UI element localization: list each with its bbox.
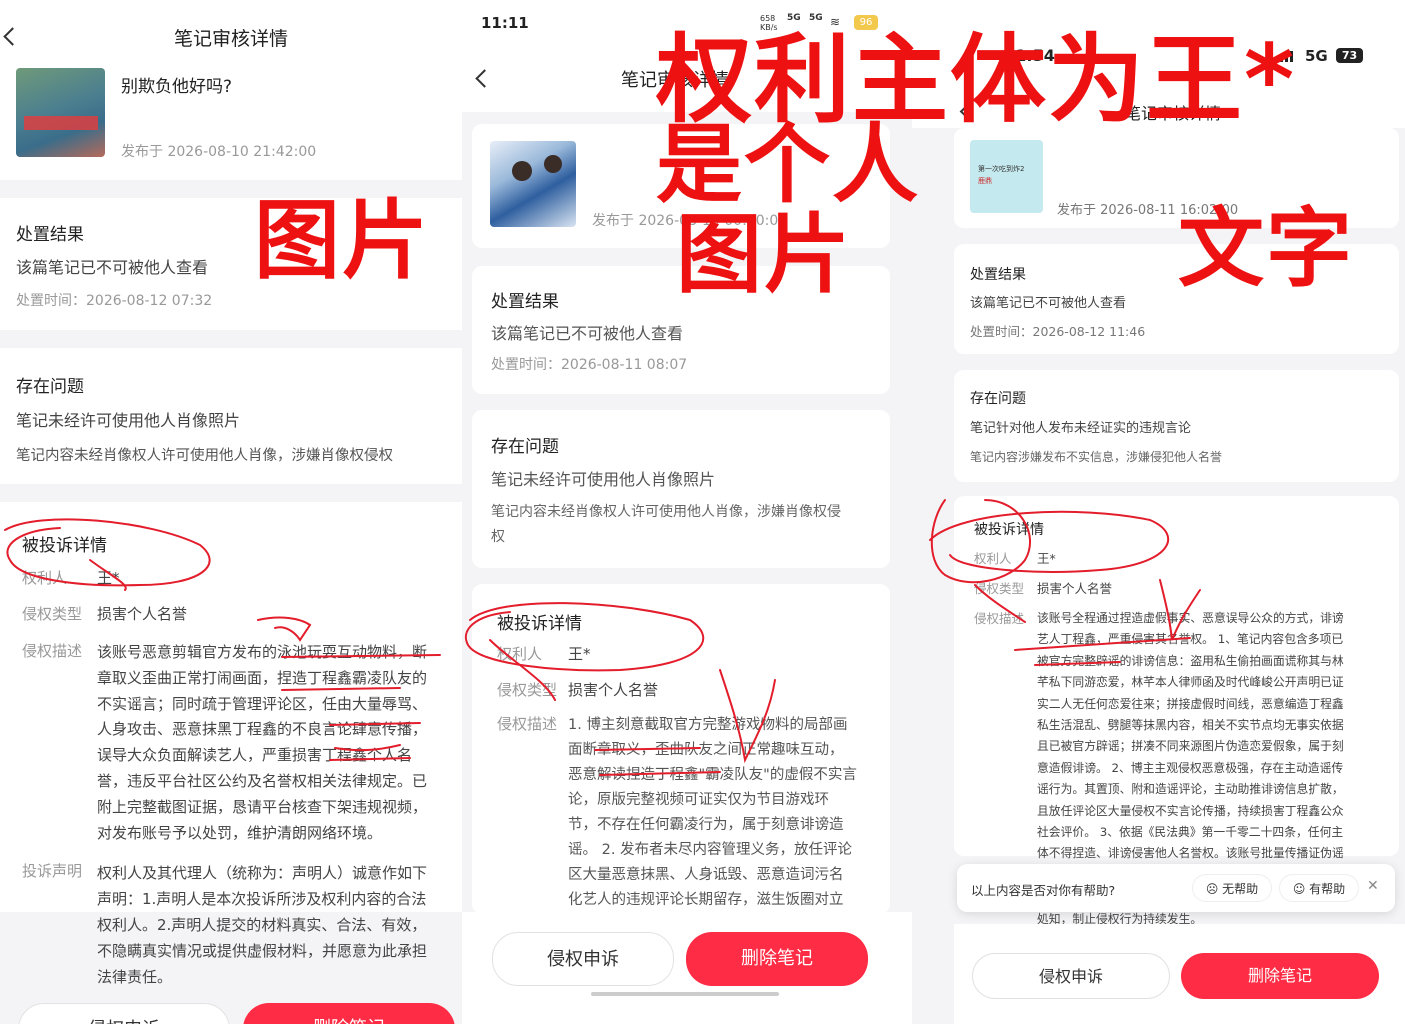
sad-face-icon: ☹: [1205, 882, 1219, 896]
close-icon[interactable]: ✕: [1367, 878, 1379, 894]
status-time: 11:11: [481, 14, 529, 32]
screenshot-panel-3: 11:54 5G 73 笔记审核详情 第一次吃到炸2 鹿鼎 发布于 2026-0…: [912, 0, 1405, 1024]
desc-text: 该账号恶意剪辑官方发布的泳池玩耍互动物料，断 章取义歪曲正常打闹画面，捏造丁程鑫霸…: [97, 643, 428, 842]
owner-label: 权利人: [22, 569, 68, 587]
desc-label: 侵权描述: [22, 642, 83, 660]
thumbnail-text: 第一次吃到炸2: [978, 165, 1025, 173]
owner-value: 王*: [97, 569, 120, 587]
page-title: 笔记审核详情: [173, 28, 288, 50]
feedback-yes-button[interactable]: ☺ 有帮助: [1279, 874, 1359, 902]
issue-desc: 笔记内容涉嫌发布不实信息，涉嫌侵犯他人名誉: [970, 450, 1223, 464]
owner-label: 权利人: [497, 645, 543, 663]
owner-label: 权利人: [974, 551, 1012, 566]
result-text: 该篇笔记已不可被他人查看: [491, 324, 684, 343]
desc-label: 侵权描述: [974, 611, 1025, 626]
status-net-1: 5G: [787, 13, 801, 23]
result-text: 该篇笔记已不可被他人查看: [970, 296, 1127, 311]
desc-text: 该账号全程通过捏造虚假事实、恶意误导公众的方式，诽谤 艺人丁程鑫，严重侵害其名誉权…: [1037, 611, 1344, 861]
issue-desc: 笔记内容未经肖像权人许可使用他人肖像，涉嫌肖像权侵权: [16, 448, 393, 464]
issue-title: 存在问题: [491, 437, 559, 457]
type-label: 侵权类型: [974, 581, 1025, 596]
issue-text: 笔记针对他人发布未经证实的违规言论: [970, 421, 1192, 436]
type-value: 损害个人名誉: [97, 605, 188, 623]
type-value: 损害个人名誉: [1037, 581, 1113, 596]
feedback-no-button[interactable]: ☹ 无帮助: [1192, 874, 1272, 902]
type-label: 侵权类型: [497, 681, 558, 699]
owner-value: 王*: [1037, 551, 1056, 566]
handle-time: 处置时间：2026-08-12 11:46: [970, 324, 1146, 339]
delete-note-button[interactable]: 删除笔记: [686, 932, 868, 986]
feedback-no-label: 无帮助: [1222, 882, 1259, 896]
complaint-title: 被投诉详情: [22, 536, 107, 556]
home-indicator: [591, 992, 779, 996]
thumbnail-figure: [512, 161, 532, 181]
note-thumbnail[interactable]: [16, 68, 105, 157]
smile-face-icon: ☺: [1292, 882, 1306, 896]
thumbnail-text-2: 鹿鼎: [978, 177, 992, 185]
annotation-is-individual: 是个人: [656, 115, 920, 215]
type-value: 损害个人名誉: [568, 681, 659, 699]
appeal-button[interactable]: 侵权申诉: [18, 1003, 230, 1024]
issue-title: 存在问题: [16, 377, 84, 397]
battery-badge: 73: [1336, 48, 1363, 63]
status-net: 5G: [1305, 47, 1328, 65]
screenshot-panel-1: 笔记审核详情 别欺负他好吗? 发布于 2026-08-10 21:42:00 处…: [0, 0, 462, 1024]
result-title: 处置结果: [16, 225, 84, 245]
appeal-button[interactable]: 侵权申诉: [492, 932, 674, 986]
issue-text: 笔记未经许可使用他人肖像照片: [491, 470, 716, 489]
issue-text: 笔记未经许可使用他人肖像照片: [16, 411, 241, 430]
delete-note-button[interactable]: 删除笔记: [1181, 953, 1379, 999]
feedback-question: 以上内容是否对你有帮助?: [971, 883, 1116, 898]
issue-title: 存在问题: [970, 391, 1026, 407]
note-thumbnail[interactable]: 第一次吃到炸2 鹿鼎: [970, 140, 1043, 213]
statement-text: 权利人及其代理人（统称为：声明人）诚意作如下 声明：1.声明人是本次投诉所涉及权利…: [97, 864, 428, 986]
complaint-title: 被投诉详情: [497, 614, 582, 634]
type-label: 侵权类型: [22, 605, 83, 623]
annotation-image-label-2: 图片: [676, 205, 852, 305]
desc-text: 1. 博主刻意截取官方完整游戏物料的局部画 面断章取义，歪曲队友之间正常趣味互动，…: [568, 717, 857, 908]
thumbnail-caption: [24, 116, 98, 130]
publish-time: 发布于 2026-08-10 21:42:00: [121, 144, 317, 160]
feedback-yes-label: 有帮助: [1309, 882, 1346, 896]
statement-label: 投诉声明: [22, 862, 83, 880]
handle-time: 处置时间：2026-08-11 08:07: [491, 357, 688, 373]
result-text: 该篇笔记已不可被他人查看: [16, 258, 209, 277]
annotation-rights-subject: 权利主体为王*: [656, 24, 1297, 136]
issue-desc: 笔记内容未经肖像权人许可使用他人肖像，涉嫌肖像权侵权: [491, 504, 841, 545]
result-title: 处置结果: [970, 267, 1026, 283]
annotation-image-label: 图片: [254, 191, 430, 291]
status-net-2: 5G: [809, 13, 823, 23]
note-title: 别欺负他好吗?: [121, 77, 233, 97]
note-thumbnail[interactable]: [490, 141, 576, 227]
desc-label: 侵权描述: [497, 715, 558, 733]
owner-value: 王*: [568, 645, 591, 663]
annotation-text-label: 文字: [1178, 199, 1354, 299]
thumbnail-figure: [544, 155, 562, 173]
complaint-title: 被投诉详情: [974, 522, 1044, 538]
delete-note-button[interactable]: 删除笔记: [243, 1003, 455, 1024]
handle-time: 处置时间：2026-08-12 07:32: [16, 293, 213, 309]
appeal-button[interactable]: 侵权申诉: [972, 953, 1170, 999]
result-title: 处置结果: [491, 292, 559, 312]
